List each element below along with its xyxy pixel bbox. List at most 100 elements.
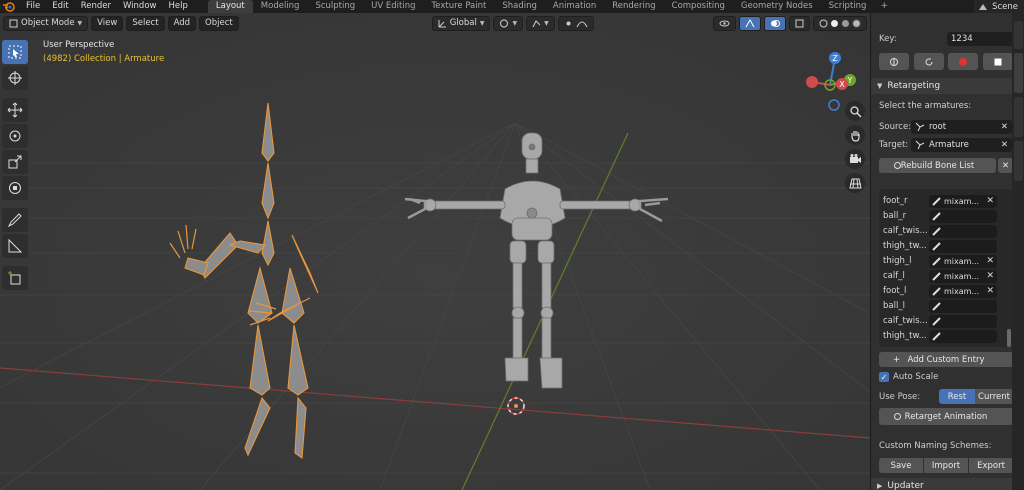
tab-geometry-nodes[interactable]: Geometry Nodes [733, 0, 821, 13]
bone-target-field[interactable] [929, 239, 997, 253]
measure-tool[interactable] [2, 234, 28, 258]
sidebar-tab[interactable] [1014, 53, 1023, 93]
crosshair-icon [8, 71, 22, 85]
add-custom-entry-button[interactable]: + Add Custom Entry [879, 352, 1013, 367]
add-cube-tool[interactable] [2, 266, 28, 290]
retarget-animation-button[interactable]: Retarget Animation [879, 408, 1013, 425]
select-box-tool[interactable] [2, 40, 28, 64]
updater-panel-header[interactable]: ▶ Updater [871, 478, 1013, 490]
save-naming-button[interactable]: Save [879, 458, 923, 473]
proportional-editing-toggle[interactable] [557, 15, 594, 31]
clear-source-icon[interactable]: ✕ [1001, 122, 1008, 132]
shading-modes[interactable] [813, 15, 867, 31]
source-field[interactable]: root ✕ [911, 120, 1012, 134]
menu-edit[interactable]: Edit [46, 0, 74, 13]
overlay-toggle[interactable] [764, 15, 786, 31]
rotate-tool[interactable] [2, 124, 28, 148]
wrench-icon [894, 413, 901, 420]
scene-selector[interactable]: Scene [974, 0, 1024, 13]
bone-target-field[interactable]: mixam... ✕ [929, 194, 997, 208]
target-field[interactable]: Armature ✕ [911, 138, 1012, 152]
zoom-button[interactable] [845, 101, 865, 121]
bone-target-field[interactable]: mixam... ✕ [929, 254, 997, 268]
clear-icon[interactable]: ✕ [986, 271, 997, 281]
list-item[interactable]: foot_l mixam... ✕ [883, 284, 1003, 298]
pivot-point-selector[interactable]: ▼ [493, 15, 524, 31]
bone-target-field[interactable] [929, 299, 997, 313]
list-item[interactable]: calf_twis... [883, 314, 1003, 328]
snap-selector[interactable]: ▼ [526, 15, 555, 31]
annotate-tool[interactable] [2, 208, 28, 232]
tab-texture-paint[interactable]: Texture Paint [424, 0, 495, 13]
import-naming-button[interactable]: Import [924, 458, 968, 473]
perspective-toggle-button[interactable] [845, 173, 865, 193]
stop-button[interactable] [982, 53, 1013, 70]
bone-target-field[interactable] [929, 209, 997, 223]
list-item[interactable]: thigh_tw... [883, 329, 1003, 343]
blender-logo-icon[interactable] [2, 1, 16, 12]
tab-uv-editing[interactable]: UV Editing [363, 0, 423, 13]
list-item[interactable]: ball_r [883, 209, 1003, 223]
add-menu[interactable]: Add [167, 15, 197, 31]
clear-icon[interactable]: ✕ [986, 196, 997, 206]
tab-layout[interactable]: Layout [207, 0, 253, 13]
menu-help[interactable]: Help [162, 0, 193, 13]
reset-button[interactable] [913, 53, 944, 70]
rebuild-bone-list-button[interactable]: Rebuild Bone List [879, 158, 996, 173]
sidebar-tab[interactable] [1014, 97, 1023, 137]
pan-button[interactable] [845, 125, 865, 145]
visibility-selector[interactable] [713, 15, 736, 31]
tab-modeling[interactable]: Modeling [253, 0, 308, 13]
camera-view-button[interactable] [845, 149, 865, 169]
auto-scale-checkbox[interactable]: ✓ [879, 372, 889, 382]
select-menu[interactable]: Select [126, 15, 165, 31]
bone-mapping-list[interactable]: foot_r mixam... ✕ ball_r calf_twis... th… [879, 189, 1012, 347]
add-workspace-button[interactable]: + [874, 0, 894, 13]
bone-target-field[interactable] [929, 314, 997, 328]
bone-target-field[interactable]: mixam... ✕ [929, 284, 997, 298]
transform-orientation-selector[interactable]: Global ▼ [431, 15, 491, 31]
mode-selector[interactable]: Object Mode ▼ [3, 15, 89, 31]
pose-current-toggle[interactable]: Current [975, 389, 1013, 404]
list-item[interactable]: thigh_tw... [883, 239, 1003, 253]
bone-target-field[interactable]: mixam... ✕ [929, 269, 997, 283]
list-item[interactable]: calf_l mixam... ✕ [883, 269, 1003, 283]
list-item[interactable]: ball_l [883, 299, 1003, 313]
sidebar-tab[interactable] [1014, 141, 1023, 181]
menu-render[interactable]: Render [75, 0, 117, 13]
tab-sculpting[interactable]: Sculpting [307, 0, 363, 13]
bone-target-field[interactable] [929, 329, 997, 343]
clear-icon[interactable]: ✕ [986, 286, 997, 296]
menu-file[interactable]: File [20, 0, 46, 13]
retargeting-panel-header[interactable]: ▼ Retargeting [871, 78, 1013, 94]
object-menu[interactable]: Object [199, 15, 239, 31]
tab-compositing[interactable]: Compositing [664, 0, 733, 13]
clear-icon[interactable]: ✕ [986, 256, 997, 266]
bone-target-field[interactable] [929, 224, 997, 238]
transform-tool[interactable] [2, 176, 28, 200]
record-start-button[interactable] [879, 53, 909, 70]
key-field[interactable]: 1234 [947, 32, 1013, 46]
export-naming-button[interactable]: Export [969, 458, 1013, 473]
scale-tool[interactable] [2, 150, 28, 174]
record-button[interactable] [948, 53, 979, 70]
list-item[interactable]: thigh_l mixam... ✕ [883, 254, 1003, 268]
list-item[interactable]: calf_twis... [883, 224, 1003, 238]
tab-rendering[interactable]: Rendering [604, 0, 663, 13]
tab-scripting[interactable]: Scripting [821, 0, 875, 13]
menu-window[interactable]: Window [117, 0, 163, 13]
pose-rest-toggle[interactable]: Rest [939, 389, 975, 404]
view-menu[interactable]: View [91, 15, 124, 31]
cursor-tool[interactable] [2, 66, 28, 90]
3d-viewport[interactable]: Object Mode ▼ View Select Add Object Glo… [0, 13, 870, 490]
sidebar-tab[interactable] [1014, 21, 1023, 49]
xray-toggle[interactable] [789, 15, 810, 31]
gizmo-toggle[interactable] [739, 15, 761, 31]
tab-shading[interactable]: Shading [494, 0, 545, 13]
list-item[interactable]: foot_r mixam... ✕ [883, 194, 1003, 208]
clear-target-icon[interactable]: ✕ [1001, 140, 1008, 150]
tab-animation[interactable]: Animation [545, 0, 604, 13]
move-tool[interactable] [2, 98, 28, 122]
clear-bone-list-button[interactable]: ✕ [998, 158, 1013, 173]
list-scrollbar[interactable] [1007, 329, 1011, 347]
